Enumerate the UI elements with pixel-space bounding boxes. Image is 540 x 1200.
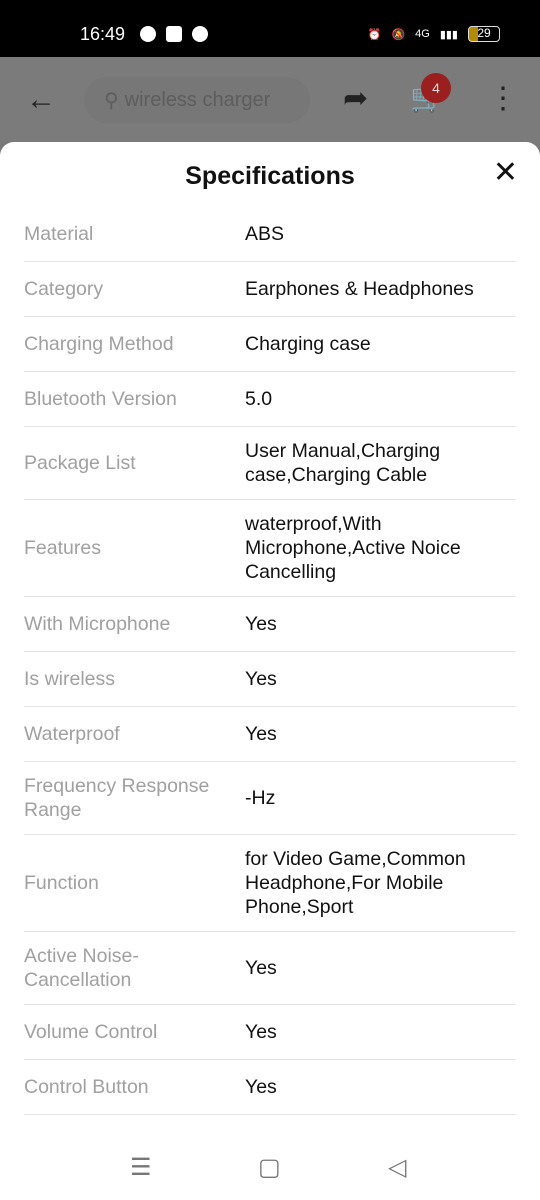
- spec-label: Waterproof: [24, 723, 120, 745]
- spec-label: Volume Control: [24, 1021, 158, 1043]
- spec-label: Package List: [24, 452, 136, 474]
- messenger-icon: [140, 26, 156, 42]
- app-bar: ← ⚲wireless charger ➦ 🛒 4 ⋮: [0, 57, 540, 142]
- cart-count-badge: 4: [421, 73, 451, 103]
- back-nav-icon[interactable]: ◁: [388, 1153, 406, 1182]
- spec-row: Control Button Yes: [24, 1060, 516, 1115]
- spec-row: Charging Method Charging case: [24, 317, 516, 372]
- more-options-icon[interactable]: ⋮: [488, 81, 518, 116]
- spec-value: Yes: [245, 1076, 277, 1098]
- app-notification-icon: [166, 26, 182, 42]
- spec-row: Waterproof Yes: [24, 707, 516, 762]
- spec-value: Earphones & Headphones: [245, 278, 474, 300]
- mute-icon: 🔕: [391, 28, 406, 41]
- search-input[interactable]: ⚲ wireless charger: [84, 77, 310, 123]
- spec-label: Control Button: [24, 1076, 149, 1098]
- spec-row: Material ABS: [24, 207, 516, 262]
- spec-value: for Video Game,Common Headphone,For Mobi…: [245, 848, 466, 918]
- spec-value: -Hz: [245, 787, 276, 809]
- spec-label: Charging Method: [24, 333, 174, 355]
- spec-row: With Microphone Yes: [24, 597, 516, 652]
- spec-value: waterproof,With Microphone,Active Noice …: [245, 513, 461, 583]
- specifications-sheet: Specifications ✕ Material ABS Category Earp…: [0, 142, 540, 1133]
- system-nav-bar: ☰ ▢ ◁: [0, 1133, 540, 1200]
- spec-list[interactable]: Material ABS Category Earphones & Headphone…: [24, 207, 516, 1133]
- sheet-title: Specifications: [185, 162, 355, 190]
- close-icon[interactable]: ✕: [493, 158, 518, 188]
- spec-label: Frequency Response Range: [24, 775, 210, 821]
- spec-row: Function for Video Game,Common Headphone,…: [24, 835, 516, 932]
- signal-icon: ▮▮▮: [439, 28, 458, 41]
- network-label: 4G: [415, 28, 430, 40]
- spec-row: Vocalism PrincipleDynamic: [24, 1115, 516, 1133]
- spec-value: Yes: [245, 668, 277, 690]
- spec-value: Yes: [245, 957, 277, 979]
- chrome-icon: [192, 26, 208, 42]
- battery-icon: 29: [468, 26, 500, 42]
- spec-row: Is wireless Yes: [24, 652, 516, 707]
- search-icon: ⚲: [104, 89, 119, 112]
- spec-row: Frequency Response Range -Hz: [24, 762, 516, 835]
- spec-label: Features: [24, 537, 101, 559]
- spec-value: Yes: [245, 723, 277, 745]
- spec-label: Function: [24, 872, 99, 894]
- spec-value: User Manual,Charging case,Charging Cable: [245, 440, 441, 486]
- spec-label: Is wireless: [24, 668, 116, 690]
- spec-row: Category Earphones & Headphones: [24, 262, 516, 317]
- spec-row: Features waterproof,With Microphone,Activ…: [24, 500, 516, 597]
- spec-label: Material: [24, 223, 94, 245]
- alarm-icon: ⏰: [367, 28, 382, 41]
- spec-row: Active Noise-Cancellation Yes: [24, 932, 516, 1005]
- spec-row: Volume Control Yes: [24, 1005, 516, 1060]
- spec-label: With Microphone: [24, 613, 171, 635]
- spec-label: Bluetooth Version: [24, 388, 177, 410]
- spec-value: 5.0: [245, 388, 273, 410]
- spec-value: Yes: [245, 613, 277, 635]
- spec-row: Package List User Manual,Charging case,Ch…: [24, 427, 516, 500]
- spec-value: Charging case: [245, 333, 371, 355]
- spec-row: Bluetooth Version 5.0: [24, 372, 516, 427]
- home-icon[interactable]: ▢: [258, 1153, 281, 1182]
- share-icon[interactable]: ➦: [343, 81, 368, 116]
- search-placeholder: wireless charger: [124, 88, 271, 111]
- spec-label: Category: [24, 278, 104, 300]
- back-arrow-icon[interactable]: ←: [26, 83, 56, 117]
- status-bar: 16:49 ⏰ 🔕 4G ▮▮▮ 29: [0, 0, 540, 57]
- recents-icon[interactable]: ☰: [130, 1153, 152, 1182]
- clock: 16:49: [80, 24, 126, 44]
- spec-value: Yes: [245, 1021, 277, 1043]
- spec-value: ABS: [245, 223, 285, 245]
- spec-label: Active Noise-Cancellation: [24, 945, 139, 991]
